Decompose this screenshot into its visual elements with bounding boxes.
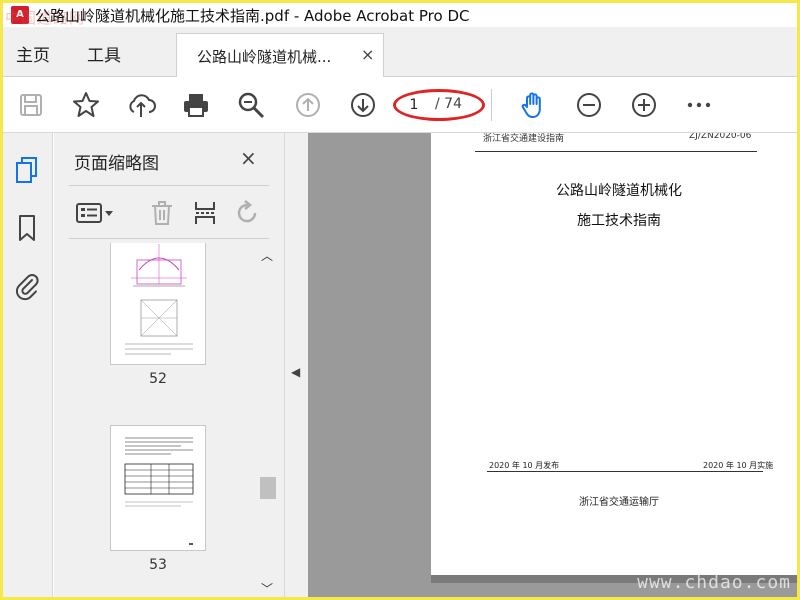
- attachments-icon[interactable]: [13, 271, 41, 301]
- thumbnail-list: 52 53: [54, 243, 264, 597]
- thumbnail-panel: 页面缩略图 × 52 53 ︿ ﹀: [54, 133, 284, 597]
- acrobat-window: A 中国道路网 公路山岭隧道机械化施工技术指南.pdf - Adobe Acro…: [3, 3, 797, 597]
- insert-page-icon[interactable]: [191, 199, 219, 227]
- bookmark-star-icon[interactable]: [71, 90, 101, 120]
- thumbnail-label: 53: [149, 557, 167, 573]
- tab-home[interactable]: 主页: [16, 41, 50, 66]
- delete-page-icon[interactable]: [148, 199, 176, 227]
- tab-close-button[interactable]: ×: [361, 45, 374, 64]
- rotate-page-icon[interactable]: [233, 199, 261, 227]
- page-thumbnails-icon[interactable]: [13, 155, 41, 185]
- panel-close-button[interactable]: ×: [240, 146, 257, 170]
- zoom-search-icon[interactable]: [236, 90, 266, 120]
- thumbnail-page[interactable]: [110, 243, 206, 365]
- page-header-left: 浙江省交通建设指南: [483, 134, 565, 144]
- tab-document[interactable]: 公路山岭隧道机械... ×: [176, 33, 384, 77]
- implementation-date: 2020 年 10 月实施: [703, 461, 774, 470]
- highlight-ellipse: [393, 89, 485, 121]
- toolbar-divider: [491, 89, 492, 121]
- panel-title: 页面缩略图: [74, 154, 159, 174]
- zoom-in-icon[interactable]: [629, 90, 659, 120]
- upload-cloud-icon[interactable]: [126, 90, 156, 120]
- bookmarks-icon[interactable]: [13, 213, 41, 243]
- save-icon[interactable]: [16, 90, 46, 120]
- tab-tools[interactable]: 工具: [87, 41, 121, 66]
- window-title: 公路山岭隧道机械化施工技术指南.pdf - Adobe Acrobat Pro …: [35, 7, 470, 25]
- page-up-icon[interactable]: [293, 90, 323, 120]
- thumbnail-page[interactable]: [110, 425, 206, 551]
- thumbnail-scrollbar[interactable]: ︿ ﹀: [259, 245, 277, 597]
- main-toolbar: / 74: [3, 77, 797, 133]
- scroll-up-icon[interactable]: ︿: [261, 247, 273, 264]
- issue-date: 2020 年 10 月发布: [489, 461, 560, 470]
- collapse-arrow-icon[interactable]: ◀: [291, 365, 300, 379]
- zoom-out-icon[interactable]: [574, 90, 604, 120]
- watermark-bottom: www.chdao.com: [637, 572, 791, 593]
- tab-document-label: 公路山岭隧道机械...: [197, 48, 332, 66]
- thumbnail-toolbar: [69, 185, 269, 239]
- panel-splitter[interactable]: ◀: [284, 133, 308, 597]
- page-header-right: ZJ/ZN2020-06: [689, 133, 752, 141]
- thumbnail-options-icon[interactable]: [75, 199, 115, 227]
- print-icon[interactable]: [181, 90, 211, 120]
- navigation-rail: [3, 133, 53, 597]
- header-rule: [475, 151, 757, 152]
- more-icon[interactable]: [684, 90, 714, 120]
- document-title-line1: 公路山岭隧道机械化: [556, 183, 682, 199]
- document-page: 浙江省交通建设指南 ZJ/ZN2020-06 公路山岭隧道机械化 施工技术指南 …: [431, 133, 797, 575]
- thumbnail-label: 52: [149, 371, 167, 387]
- tab-bar: 主页 工具 公路山岭隧道机械... ×: [3, 27, 797, 77]
- document-title-line2: 施工技术指南: [577, 213, 661, 229]
- scroll-down-icon[interactable]: ﹀: [261, 580, 273, 597]
- scroll-thumb[interactable]: [260, 477, 276, 499]
- hand-tool-icon[interactable]: [518, 90, 548, 120]
- title-bar: A 中国道路网 公路山岭隧道机械化施工技术指南.pdf - Adobe Acro…: [3, 3, 797, 27]
- page-navigator: / 74: [393, 89, 485, 121]
- issuing-organization: 浙江省交通运输厅: [579, 497, 659, 508]
- footer-rule: [487, 471, 763, 472]
- document-view[interactable]: 浙江省交通建设指南 ZJ/ZN2020-06 公路山岭隧道机械化 施工技术指南 …: [308, 133, 797, 597]
- page-down-icon[interactable]: [348, 90, 378, 120]
